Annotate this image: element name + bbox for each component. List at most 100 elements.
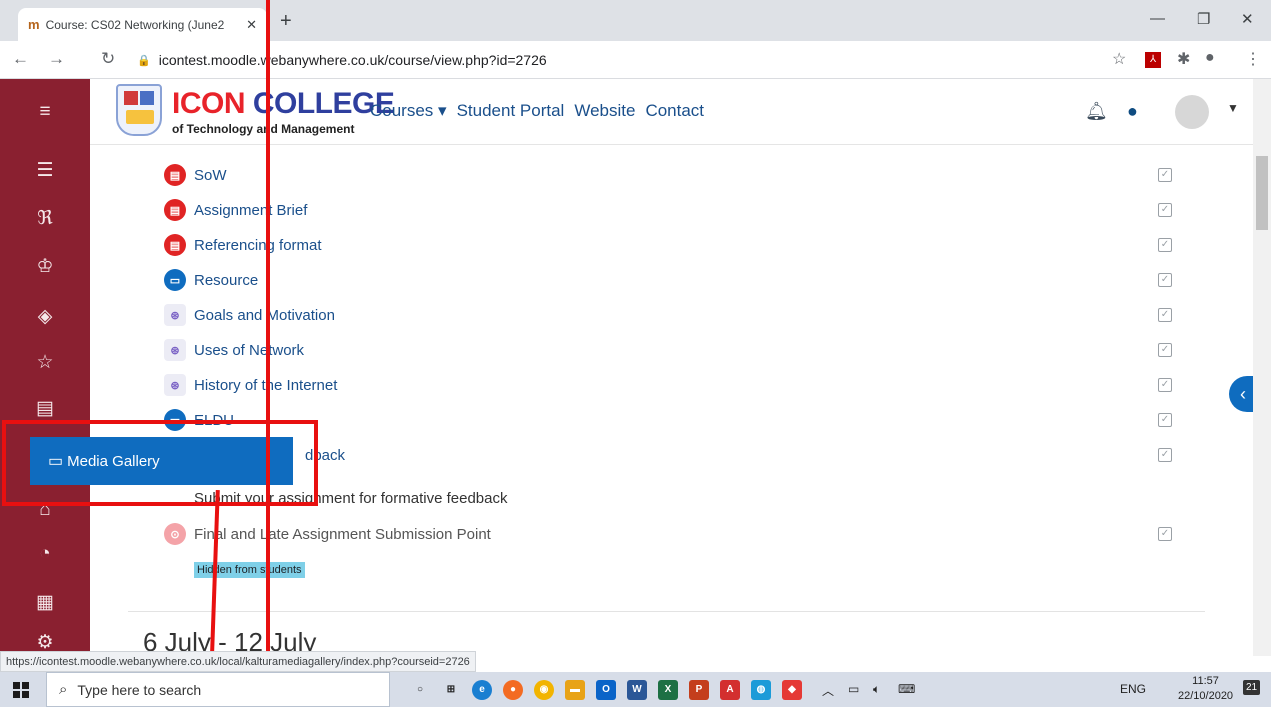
participants-icon[interactable]: ℜ bbox=[0, 207, 90, 230]
search-icon: ⌕ bbox=[59, 681, 68, 698]
completion-checkbox[interactable]: ✓ bbox=[1158, 448, 1172, 462]
app-icon[interactable]: ◍ bbox=[751, 680, 771, 700]
acrobat-icon[interactable]: A bbox=[720, 680, 740, 700]
battery-icon[interactable]: ▭ bbox=[848, 682, 859, 696]
restore-icon[interactable]: ❐ bbox=[1197, 10, 1210, 28]
language-indicator[interactable]: ENG bbox=[1120, 682, 1146, 696]
nav-contact[interactable]: Contact bbox=[645, 101, 704, 121]
extensions-icon[interactable]: ✱ bbox=[1177, 49, 1190, 69]
tab-title: Course: CS02 Networking (June2 bbox=[45, 17, 225, 32]
task-view-icon[interactable]: ⊞ bbox=[441, 680, 461, 700]
calendar-icon[interactable]: ▦ bbox=[0, 591, 90, 614]
completion-checkbox[interactable]: ✓ bbox=[1158, 203, 1172, 217]
activity-referencing-format[interactable]: ▤ Referencing format bbox=[164, 232, 322, 258]
excel-icon[interactable]: X bbox=[658, 680, 678, 700]
user-menu-caret-icon[interactable]: ▼ bbox=[1227, 101, 1239, 115]
completion-checkbox[interactable]: ✓ bbox=[1158, 168, 1172, 182]
file-explorer-icon[interactable]: ▬ bbox=[565, 680, 585, 700]
completion-checkbox[interactable]: ✓ bbox=[1158, 413, 1172, 427]
pdf-icon: ▤ bbox=[164, 164, 186, 186]
menu-icon[interactable]: ≡ bbox=[0, 101, 90, 123]
lock-icon: 🔒 bbox=[137, 54, 151, 67]
back-icon[interactable]: ← bbox=[12, 49, 29, 69]
activity-history-of-the-internet[interactable]: ⊛ History of the Internet bbox=[164, 372, 337, 398]
section-title: 6 July - 12 July bbox=[143, 627, 317, 651]
avatar[interactable] bbox=[1175, 95, 1209, 129]
address-bar[interactable]: 🔒 icontest.moodle.webanywhere.co.uk/cour… bbox=[137, 46, 1137, 74]
nav-student-portal[interactable]: Student Portal bbox=[457, 101, 565, 121]
activity-uses-of-network[interactable]: ⊛ Uses of Network bbox=[164, 337, 304, 363]
hidden-from-students-badge: Hidden from students bbox=[194, 562, 305, 578]
notification-center-icon[interactable]: 21 bbox=[1243, 680, 1261, 695]
assignment-icon: ⊙ bbox=[164, 523, 186, 545]
college-subtitle: of Technology and Management bbox=[172, 122, 355, 136]
bookmark-star-icon[interactable]: ☆ bbox=[1112, 49, 1126, 69]
word-icon[interactable]: W bbox=[627, 680, 647, 700]
browser-tab-strip: m Course: CS02 Networking (June2 ✕ + — ❐… bbox=[0, 0, 1271, 41]
kaltura-video-icon: ⊛ bbox=[164, 304, 186, 326]
left-drawer: ≡ ☰ ℜ ♔ ◈ ☆ ▤ ⌂ ◔ ▦ ⚙ bbox=[0, 79, 90, 653]
tray-chevron-icon[interactable]: ︿ bbox=[822, 682, 834, 699]
completion-checkbox[interactable]: ✓ bbox=[1158, 378, 1172, 392]
folder-icon: ▭ bbox=[164, 269, 186, 291]
cortana-icon[interactable]: ○ bbox=[410, 680, 430, 700]
taskbar-search-input[interactable]: ⌕ Type here to search bbox=[46, 672, 390, 707]
pdf-extension-icon[interactable]: ⅄ bbox=[1145, 52, 1161, 68]
college-name[interactable]: ICON COLLEGE bbox=[172, 87, 395, 121]
url-text: icontest.moodle.webanywhere.co.uk/course… bbox=[158, 52, 547, 68]
list-icon[interactable]: ☰ bbox=[0, 159, 90, 182]
taskbar-clock[interactable]: 11:57 22/10/2020 bbox=[1178, 674, 1233, 704]
status-bar-url: https://icontest.moodle.webanywhere.co.u… bbox=[0, 651, 476, 672]
nav-website[interactable]: Website bbox=[574, 101, 635, 121]
completion-checkbox[interactable]: ✓ bbox=[1158, 238, 1172, 252]
keyboard-icon[interactable]: ⌨ bbox=[898, 682, 915, 696]
competencies-icon[interactable]: ◈ bbox=[0, 305, 90, 328]
completion-checkbox[interactable]: ✓ bbox=[1158, 273, 1172, 287]
chrome-menu-icon[interactable]: ⋮ bbox=[1245, 49, 1261, 69]
book-icon[interactable]: ▤ bbox=[0, 397, 90, 420]
forward-icon[interactable]: → bbox=[48, 49, 65, 69]
anydesk-icon[interactable]: ◆ bbox=[782, 680, 802, 700]
firefox-icon[interactable]: ● bbox=[503, 680, 523, 700]
windows-taskbar: ⌕ Type here to search ○ ⊞ e ● ◉ ▬ O W X … bbox=[0, 672, 1271, 707]
scrollbar-thumb[interactable] bbox=[1256, 156, 1268, 230]
powerpoint-icon[interactable]: P bbox=[689, 680, 709, 700]
outlook-icon[interactable]: O bbox=[596, 680, 616, 700]
open-block-drawer-button[interactable]: ‹ bbox=[1229, 376, 1253, 412]
nav-courses-dropdown[interactable]: Courses ▾ bbox=[370, 101, 447, 121]
activity-resource[interactable]: ▭ Resource bbox=[164, 267, 258, 293]
completion-checkbox[interactable]: ✓ bbox=[1158, 308, 1172, 322]
reload-icon[interactable]: ↻ bbox=[101, 49, 115, 69]
pdf-icon: ▤ bbox=[164, 199, 186, 221]
kaltura-video-icon: ⊛ bbox=[164, 374, 186, 396]
annotation-line bbox=[266, 0, 270, 707]
annotation-highlight-box bbox=[2, 420, 318, 506]
notifications-bell-icon[interactable]: 🔔︎ bbox=[1085, 101, 1108, 122]
course-content: ▤ SoW ✓ ▤ Assignment Brief ✓ ▤ Referenci… bbox=[90, 145, 1253, 651]
moodle-favicon-icon: m bbox=[28, 17, 40, 32]
completion-checkbox[interactable]: ✓ bbox=[1158, 527, 1172, 541]
badges-icon[interactable]: ♔ bbox=[0, 255, 90, 278]
minimize-icon[interactable]: — bbox=[1150, 10, 1165, 27]
section-divider bbox=[128, 611, 1205, 612]
messages-icon[interactable]: ● bbox=[1127, 101, 1138, 122]
profile-icon[interactable]: ● bbox=[1205, 49, 1215, 67]
dashboard-icon[interactable]: ◔ bbox=[0, 543, 90, 565]
activity-sow[interactable]: ▤ SoW bbox=[164, 162, 227, 188]
completion-checkbox[interactable]: ✓ bbox=[1158, 343, 1172, 357]
chrome-icon[interactable]: ◉ bbox=[534, 680, 554, 700]
new-tab-icon[interactable]: + bbox=[280, 10, 292, 33]
pdf-icon: ▤ bbox=[164, 234, 186, 256]
college-crest-logo[interactable] bbox=[116, 84, 162, 136]
grades-icon[interactable]: ☆ bbox=[0, 351, 90, 374]
close-window-icon[interactable]: ✕ bbox=[1241, 10, 1254, 28]
close-tab-icon[interactable]: ✕ bbox=[246, 17, 257, 33]
activity-goals-and-motivation[interactable]: ⊛ Goals and Motivation bbox=[164, 302, 335, 328]
activity-assignment-brief[interactable]: ▤ Assignment Brief bbox=[164, 197, 307, 223]
browser-tab[interactable]: m Course: CS02 Networking (June2 ✕ bbox=[18, 8, 267, 41]
browser-toolbar: ← → ↻ 🔒 icontest.moodle.webanywhere.co.u… bbox=[0, 41, 1271, 79]
edge-icon[interactable]: e bbox=[472, 680, 492, 700]
site-header: ICON COLLEGE of Technology and Managemen… bbox=[90, 79, 1253, 145]
volume-icon[interactable]: 🔈︎ bbox=[873, 682, 880, 697]
windows-start-icon[interactable] bbox=[13, 682, 29, 698]
